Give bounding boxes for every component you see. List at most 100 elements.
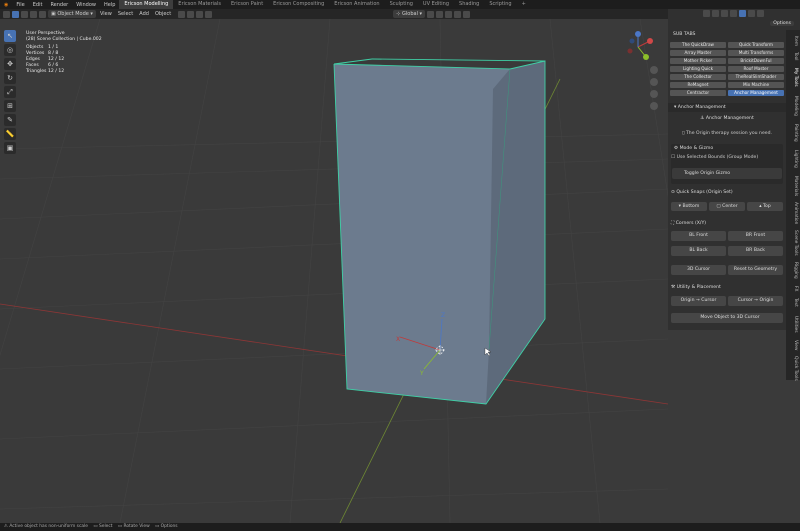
menu-file[interactable]: File [12, 2, 28, 8]
material-shading-icon[interactable] [748, 10, 755, 17]
br-back-button[interactable]: BR Back [728, 246, 783, 256]
select-box-icon[interactable] [12, 10, 19, 18]
subtab-array-master[interactable]: Array Master [670, 50, 726, 56]
falloff-icon[interactable] [463, 10, 471, 18]
select-extend-icon[interactable] [21, 10, 28, 18]
snap-target-icon[interactable] [445, 10, 453, 18]
transform-tool-icon[interactable]: ⊞ [4, 100, 16, 112]
subtab-brickitdownful[interactable]: BrickitDownFul [728, 58, 784, 64]
workspace-tab-scripting[interactable]: Scripting [484, 0, 516, 9]
pan-hand-icon[interactable] [650, 78, 658, 86]
subtab-centractor[interactable]: Centractor [670, 90, 726, 96]
workspace-tab-shading[interactable]: Shading [454, 0, 484, 9]
measure-tool-icon[interactable]: 📏 [4, 128, 16, 140]
snap-toggle-icon[interactable] [178, 10, 186, 18]
subtab-therealslimshader[interactable]: TheRealSlimShader [728, 74, 784, 80]
workspace-tab-animation[interactable]: Ericson Animation [329, 0, 384, 9]
snap-bottom-button[interactable]: ▾ Bottom [671, 202, 707, 211]
mode-dropdown[interactable]: ▣ Object Mode ▾ [48, 10, 96, 18]
menu-window[interactable]: Window [72, 2, 100, 8]
cube-object[interactable] [333, 58, 546, 405]
menu-render[interactable]: Render [46, 2, 72, 8]
pivot-icon[interactable] [205, 10, 213, 18]
editor-type-icon[interactable] [3, 10, 10, 18]
anchor-panel-header[interactable]: ▾ Anchor Management [668, 103, 786, 112]
tab-painting[interactable]: Painting [788, 124, 798, 142]
ortho-toggle-icon[interactable] [650, 102, 658, 110]
br-front-button[interactable]: BR Front [728, 231, 783, 241]
menu-edit[interactable]: Edit [29, 2, 47, 8]
subtab-multi-transforms[interactable]: Multi Transforms [728, 50, 784, 56]
origin-to-cursor-button[interactable]: Origin → Cursor [671, 296, 726, 306]
blender-logo-icon[interactable]: ◉ [0, 2, 12, 8]
move-tool-icon[interactable]: ✥ [4, 58, 16, 70]
camera-view-icon[interactable] [650, 90, 658, 98]
orientation-dropdown[interactable]: ⊹ Global ▾ [393, 10, 426, 18]
tab-fx[interactable]: FX [788, 286, 798, 292]
subtab-quick-transform[interactable]: Quick Transform [728, 42, 784, 48]
bl-front-button[interactable]: BL Front [671, 231, 726, 241]
menu-select[interactable]: Select [115, 10, 136, 18]
tab-utilities[interactable]: Utilities [788, 316, 798, 333]
menu-help[interactable]: Help [100, 2, 119, 8]
select-intersect-icon[interactable] [39, 10, 46, 18]
menu-object[interactable]: Object [152, 10, 174, 18]
toggle-origin-gizmo-button[interactable]: Toggle Origin Gizmo [672, 168, 782, 179]
menu-add[interactable]: Add [136, 10, 152, 18]
add-cube-tool-icon[interactable]: ▣ [4, 142, 16, 154]
move-object-to-cursor-button[interactable]: Move Object to 3D Cursor [671, 313, 783, 323]
wireframe-shading-icon[interactable] [730, 10, 737, 17]
visibility-icon[interactable] [703, 10, 710, 17]
use-selected-bounds-checkbox[interactable]: ☐ Use Selected Bounds (Group Mode) [671, 155, 758, 160]
tab-item[interactable]: Item [788, 36, 798, 46]
workspace-tab-compositing[interactable]: Ericson Compositing [268, 0, 329, 9]
workspace-tab-uv-editing[interactable]: UV Editing [418, 0, 454, 9]
select-tool-icon[interactable]: ↖ [4, 30, 16, 42]
tab-my-tools[interactable]: My Tools [788, 68, 798, 87]
3d-cursor-button[interactable]: 3D Cursor [671, 265, 726, 275]
3d-viewport[interactable]: Z X Y [0, 19, 668, 523]
proportional-edit-icon[interactable] [454, 10, 462, 18]
snap-icon[interactable] [436, 10, 444, 18]
workspace-tab-paint[interactable]: Ericson Paint [226, 0, 268, 9]
tab-animation[interactable]: Animation [788, 202, 798, 224]
tab-lighting[interactable]: Lighting [788, 150, 798, 168]
pivot-point-icon[interactable] [427, 10, 435, 18]
subtab-mother-picker[interactable]: Mother Picker [670, 58, 726, 64]
workspace-tab-materials[interactable]: Ericson Materials [173, 0, 226, 9]
zoom-icon[interactable] [650, 66, 658, 74]
select-subtract-icon[interactable] [30, 10, 37, 18]
subtab-roof-master[interactable]: Roof Master [728, 66, 784, 72]
tab-view[interactable]: View [788, 340, 798, 350]
tab-quick-tools[interactable]: Quick Tools [788, 356, 798, 381]
add-workspace-button[interactable]: + [517, 0, 531, 9]
cursor-to-origin-button[interactable]: Cursor → Origin [728, 296, 783, 306]
subtab-mix-machine[interactable]: Mix Machine [728, 82, 784, 88]
bl-back-button[interactable]: BL Back [671, 246, 726, 256]
render-shading-icon[interactable] [757, 10, 764, 17]
snap-center-button[interactable]: ▢ Center [709, 202, 745, 211]
subtab-anchor-management[interactable]: Anchor Management [728, 90, 784, 96]
tab-scene-tools[interactable]: Scene Tools [788, 230, 798, 256]
subtab-lighting-quick[interactable]: Lighting Quick [670, 66, 726, 72]
scale-tool-icon[interactable]: ⤢ [4, 86, 16, 98]
snap-top-button[interactable]: ▴ Top [747, 202, 783, 211]
tab-tool[interactable]: Tool [788, 52, 798, 61]
options-dropdown[interactable]: Options [770, 21, 794, 26]
subtab-quickdraw[interactable]: The QuickDraw [670, 42, 726, 48]
subtab-remagnet[interactable]: ReMagnet [670, 82, 726, 88]
annotate-tool-icon[interactable]: ✎ [4, 114, 16, 126]
proportional-icon[interactable] [187, 10, 195, 18]
xray-icon[interactable] [721, 10, 728, 17]
subtab-the-collector[interactable]: The Collector [670, 74, 726, 80]
overlay-icon[interactable] [712, 10, 719, 17]
workspace-tab-sculpting[interactable]: Sculpting [385, 0, 418, 9]
tab-text[interactable]: Text [788, 298, 798, 307]
transform-affect-icon[interactable] [196, 10, 204, 18]
cursor-tool-icon[interactable]: ◎ [4, 44, 16, 56]
menu-view[interactable]: View [97, 10, 115, 18]
tab-modeling[interactable]: Modeling [788, 96, 798, 116]
workspace-tab-modelling[interactable]: Ericson Modelling [119, 0, 174, 9]
rotate-tool-icon[interactable]: ↻ [4, 72, 16, 84]
tab-rigging[interactable]: Rigging [788, 262, 798, 279]
